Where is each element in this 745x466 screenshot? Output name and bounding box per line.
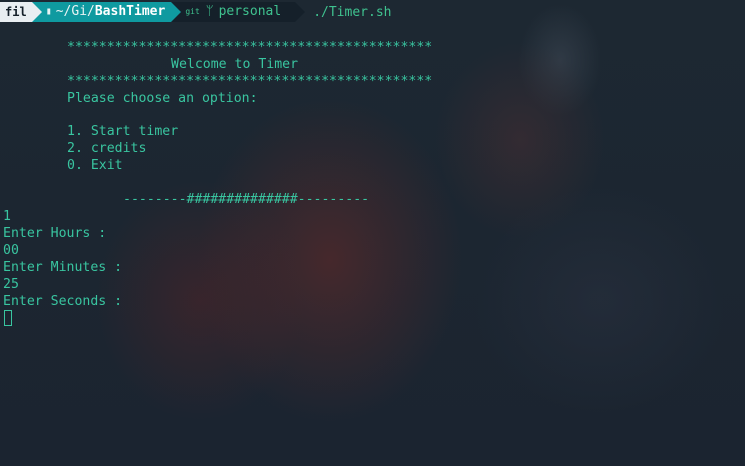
segment-separator-icon xyxy=(171,2,182,22)
stars-bottom: ****************************************… xyxy=(67,74,433,89)
branch-name: personal xyxy=(218,4,282,19)
user-choice: 1 xyxy=(3,209,11,224)
os-segment: fil xyxy=(0,2,32,22)
menu-option-start: 1. Start timer xyxy=(67,124,179,139)
menu-option-exit: 0. Exit xyxy=(67,158,123,173)
directory-name: BashTimer xyxy=(94,4,166,19)
stars-top: ****************************************… xyxy=(67,40,433,55)
os-label: fil xyxy=(5,5,27,19)
hours-value: 00 xyxy=(3,243,19,258)
minutes-prompt: Enter Minutes : xyxy=(3,260,123,275)
git-label: git xyxy=(185,7,200,16)
git-segment: git ᛘ personal xyxy=(181,2,296,22)
shell-prompt: fil ▮ ~/Gi/BashTimer git ᛘ personal ./Ti… xyxy=(0,2,391,22)
terminal-cursor[interactable] xyxy=(4,310,12,326)
branch-icon: ᛘ xyxy=(205,4,214,19)
folder-icon: ▮ xyxy=(45,6,52,17)
menu-option-credits: 2. credits xyxy=(67,141,147,156)
choose-prompt: Please choose an option: xyxy=(67,91,258,106)
seconds-prompt: Enter Seconds : xyxy=(3,294,123,309)
welcome-text: Welcome to Timer xyxy=(171,57,299,72)
terminal-window[interactable]: fil ▮ ~/Gi/BashTimer git ᛘ personal ./Ti… xyxy=(0,0,745,466)
command-text: ./Timer.sh xyxy=(313,4,392,20)
directory-segment: ▮ ~/Gi/BashTimer xyxy=(41,2,172,22)
segment-separator-icon xyxy=(295,2,306,22)
divider-line: --------##############--------- xyxy=(123,192,370,207)
hours-prompt: Enter Hours : xyxy=(3,226,107,241)
directory-prefix: ~/Gi/ xyxy=(55,4,95,19)
minutes-value: 25 xyxy=(3,277,19,292)
segment-separator-icon xyxy=(31,2,42,22)
